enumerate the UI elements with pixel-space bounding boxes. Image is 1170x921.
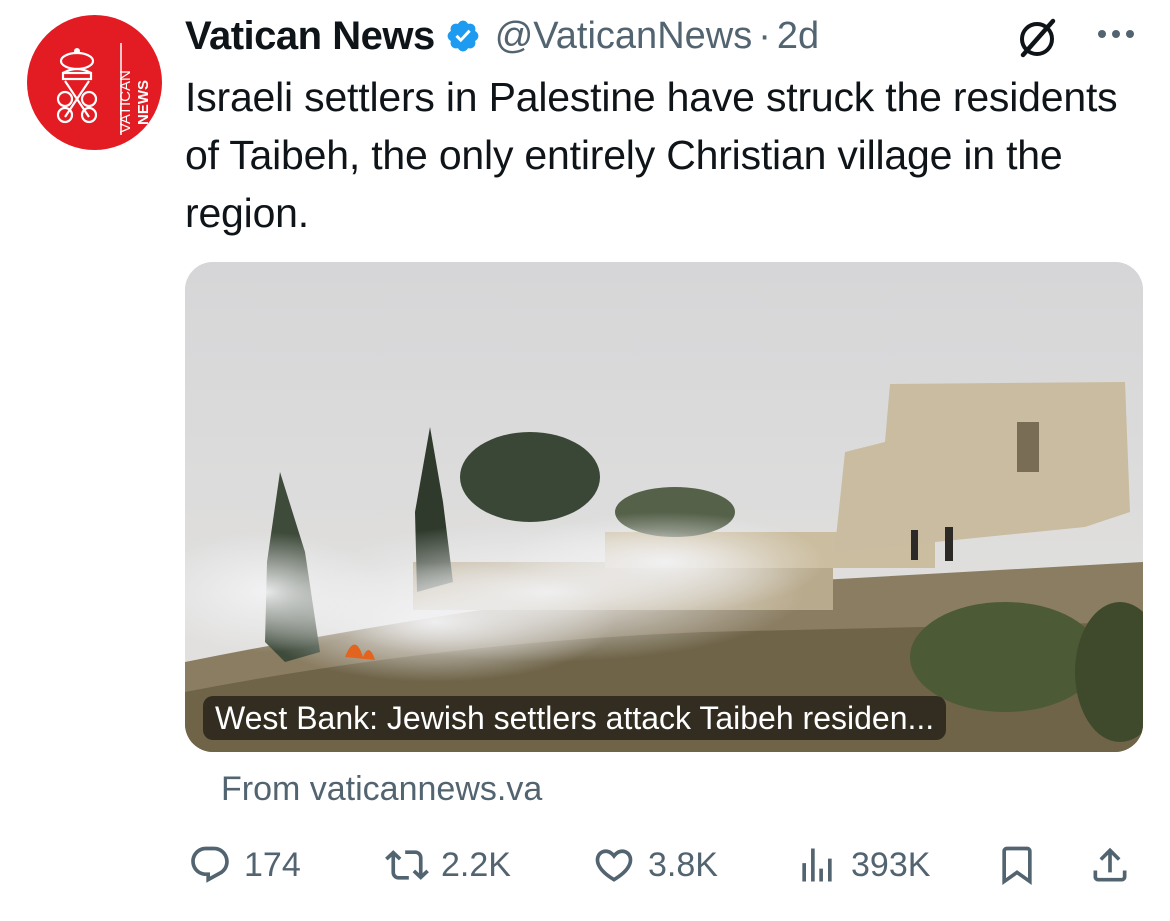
like-button[interactable]: 3.8K <box>592 830 718 900</box>
share-button[interactable] <box>1088 830 1144 900</box>
tweet-text: Israeli settlers in Palestine have struc… <box>185 74 1118 236</box>
grok-icon[interactable] <box>1015 15 1061 61</box>
tweet-timestamp[interactable]: 2d <box>777 15 819 58</box>
bookmark-button[interactable] <box>995 830 1051 900</box>
author-handle[interactable]: @VaticanNews <box>495 15 753 58</box>
card-image <box>185 262 1143 752</box>
like-count: 3.8K <box>648 845 718 884</box>
author-name[interactable]: Vatican News <box>185 14 435 59</box>
tweet-actions: 174 2.2K 3.8K 393K <box>0 830 1170 900</box>
retweet-button[interactable]: 2.2K <box>385 830 511 900</box>
link-card[interactable]: West Bank: Jewish settlers attack Taibeh… <box>185 262 1143 752</box>
share-icon <box>1093 847 1127 882</box>
avatar-text-news: NEWS <box>135 80 152 125</box>
like-icon <box>595 849 633 882</box>
retweet-count: 2.2K <box>441 845 511 884</box>
avatar-text-vatican: VATICAN <box>117 70 134 133</box>
separator-dot: · <box>758 14 771 57</box>
card-source-link[interactable]: From vaticannews.va <box>221 770 542 809</box>
avatar[interactable]: VATICAN NEWS <box>27 15 162 150</box>
more-icon[interactable] <box>1092 22 1140 46</box>
views-button[interactable]: 393K <box>795 830 930 900</box>
reply-button[interactable]: 174 <box>188 830 301 900</box>
bookmark-icon <box>1002 846 1032 886</box>
retweet-icon <box>385 850 429 880</box>
tweet-header: Vatican News @VaticanNews · 2d <box>185 10 819 62</box>
verified-badge-icon <box>447 20 479 52</box>
view-count: 393K <box>851 845 931 884</box>
card-caption: West Bank: Jewish settlers attack Taibeh… <box>203 696 947 740</box>
views-icon <box>802 848 832 882</box>
vatican-news-logo: VATICAN NEWS <box>56 43 152 135</box>
reply-icon <box>191 846 229 883</box>
reply-count: 174 <box>244 845 301 884</box>
